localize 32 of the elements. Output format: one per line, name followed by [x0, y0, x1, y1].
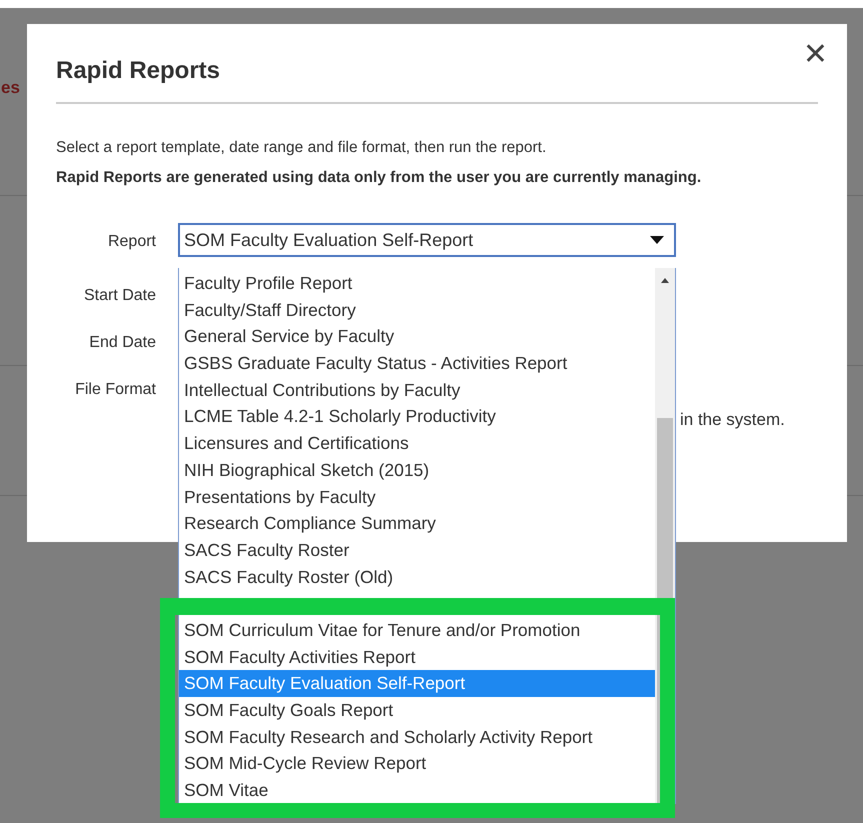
notice-text: Rapid Reports are generated using data only from the user you are currently managing.: [56, 169, 702, 187]
dropdown-option[interactable]: SOM Faculty Activities Report: [179, 644, 655, 670]
dropdown-option[interactable]: Intellectual Contributions by Faculty: [179, 376, 655, 404]
page-text: es: [1, 78, 20, 98]
dropdown-option[interactable]: Presentations by Faculty: [179, 484, 655, 510]
page-text: in the system.: [680, 410, 785, 430]
report-select[interactable]: SOM Faculty Evaluation Self-Report: [178, 223, 676, 257]
dropdown-option[interactable]: SOM Mid-Cycle Review Report: [179, 750, 655, 778]
dropdown-option[interactable]: SOM Curriculum Vitae for Tenure and/or Promotion: [179, 616, 655, 644]
scroll-up-icon[interactable]: [661, 278, 669, 283]
dropdown-option[interactable]: SOM Faculty Goals Report: [179, 697, 655, 724]
dropdown-option[interactable]: NIH Biographical Sketch (2015): [179, 456, 655, 484]
field-label: Report: [106, 232, 156, 251]
instructions-text: Select a report template, date range and file format, then run the report.: [56, 139, 548, 157]
dropdown-option[interactable]: SOM Faculty Research and Scholarly Activity Report: [179, 724, 655, 750]
caret-icon: [650, 236, 664, 244]
field-label: End Date: [88, 332, 156, 352]
dropdown-option[interactable]: GSBS Graduate Faculty Status - Activities Report: [179, 350, 655, 377]
dropdown-option[interactable]: Faculty Profile Report: [179, 270, 655, 297]
dialog-title: Rapid Reports: [56, 57, 220, 85]
dropdown-option[interactable]: Licensures and Certifications: [179, 430, 655, 457]
dropdown-option[interactable]: SACS Faculty Roster (Old): [179, 564, 655, 590]
dropdown-option[interactable]: Research Compliance Summary: [179, 510, 655, 537]
close-button[interactable]: ✕: [798, 40, 832, 70]
dropdown-option[interactable]: SOM Faculty Evaluation Self-Report: [179, 670, 655, 697]
dropdown-option[interactable]: General Service by Faculty: [179, 323, 655, 350]
dropdown-option[interactable]: LCME Table 4.2-1 Scholarly Productivity: [179, 403, 655, 430]
dropdown-option[interactable]: Faculty/Staff Directory: [179, 296, 655, 324]
dropdown-option[interactable]: SACS Faculty Roster: [179, 536, 655, 564]
dropdown-option[interactable]: SOM Vitae: [179, 777, 655, 803]
field-label: File Format: [74, 380, 156, 398]
field-label: Start Date: [82, 286, 156, 304]
